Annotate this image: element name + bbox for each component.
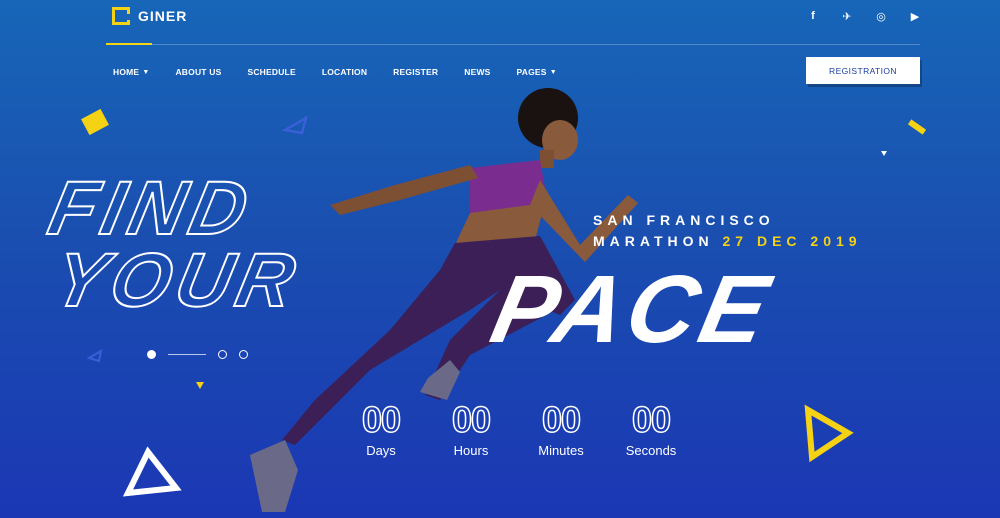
nav-label: LOCATION (321, 67, 368, 77)
countdown-timer: 00 Days 00 Hours 00 Minutes 00 Seconds (350, 399, 682, 458)
brand-name: GINER (138, 8, 188, 24)
nav-item-schedule[interactable]: SCHEDULE (247, 67, 295, 77)
facebook-icon[interactable]: f (806, 9, 820, 23)
nav-label: HOME (113, 67, 140, 77)
slider-progress-line (168, 354, 206, 355)
nav-label: PAGES (516, 67, 547, 77)
slider-dot-3[interactable] (239, 350, 248, 359)
landing-page: FIND YOUR PACE GINER f ✈ ◎ ▶ HOME ▼ ABOU… (0, 0, 1000, 518)
decor-blue-triangle (281, 115, 308, 135)
decor-yellow-triangle (804, 404, 854, 463)
chevron-down-icon: ▼ (142, 68, 150, 76)
decor-small-blue-triangle (86, 349, 103, 363)
nav-item-home[interactable]: HOME ▼ (113, 67, 149, 77)
logo-accent-line (106, 43, 152, 45)
countdown-seconds: 00 Seconds (620, 399, 682, 458)
main-nav: HOME ▼ ABOUT US SCHEDULE LOCATION REGIST… (113, 67, 557, 77)
nav-item-register[interactable]: REGISTER (393, 67, 438, 77)
slider-dot-1[interactable] (147, 350, 156, 359)
slider-pagination (147, 350, 248, 359)
decor-small-yellow-triangle (196, 382, 204, 389)
nav-label: NEWS (464, 67, 491, 77)
countdown-minutes: 00 Minutes (530, 399, 592, 458)
event-name: MARATHON (593, 233, 714, 249)
countdown-value: 00 (451, 399, 492, 440)
event-title: MARATHON 27 DEC 2019 (593, 233, 862, 249)
nav-item-location[interactable]: LOCATION (322, 67, 367, 77)
headline-pace: PACE (483, 255, 781, 363)
nav-label: SCHEDULE (247, 67, 296, 77)
youtube-icon[interactable]: ▶ (908, 9, 922, 23)
countdown-label: Minutes (538, 443, 584, 458)
nav-item-news[interactable]: NEWS (464, 67, 490, 77)
countdown-value: 00 (361, 399, 402, 440)
event-date: 27 DEC 2019 (722, 233, 862, 249)
slider-dot-2[interactable] (218, 350, 227, 359)
social-links: f ✈ ◎ ▶ (806, 9, 922, 23)
nav-item-pages[interactable]: PAGES ▼ (517, 67, 557, 77)
countdown-value: 00 (631, 399, 672, 440)
nav-label: REGISTER (393, 67, 439, 77)
decor-yellow-square (81, 108, 109, 136)
brand-logo[interactable]: GINER (112, 7, 187, 25)
countdown-days: 00 Days (350, 399, 412, 458)
event-city: SAN FRANCISCO (593, 212, 775, 228)
nav-item-about-us[interactable]: ABOUT US (175, 67, 221, 77)
countdown-label: Days (366, 443, 396, 458)
countdown-hours: 00 Hours (440, 399, 502, 458)
decor-white-triangle (122, 446, 182, 497)
countdown-label: Hours (453, 443, 489, 458)
countdown-value: 00 (541, 399, 582, 440)
decor-yellow-bar (907, 119, 927, 135)
logo-icon (112, 7, 130, 25)
countdown-label: Seconds (625, 443, 677, 458)
headline-your: YOUR (46, 238, 308, 323)
nav-label: ABOUT US (175, 67, 222, 77)
registration-button[interactable]: REGISTRATION (806, 57, 920, 84)
twitter-icon[interactable]: ✈ (840, 9, 854, 23)
instagram-icon[interactable]: ◎ (874, 9, 888, 23)
header-divider (106, 44, 920, 45)
decor-white-dot-triangle (881, 151, 887, 156)
chevron-down-icon: ▼ (549, 68, 557, 76)
